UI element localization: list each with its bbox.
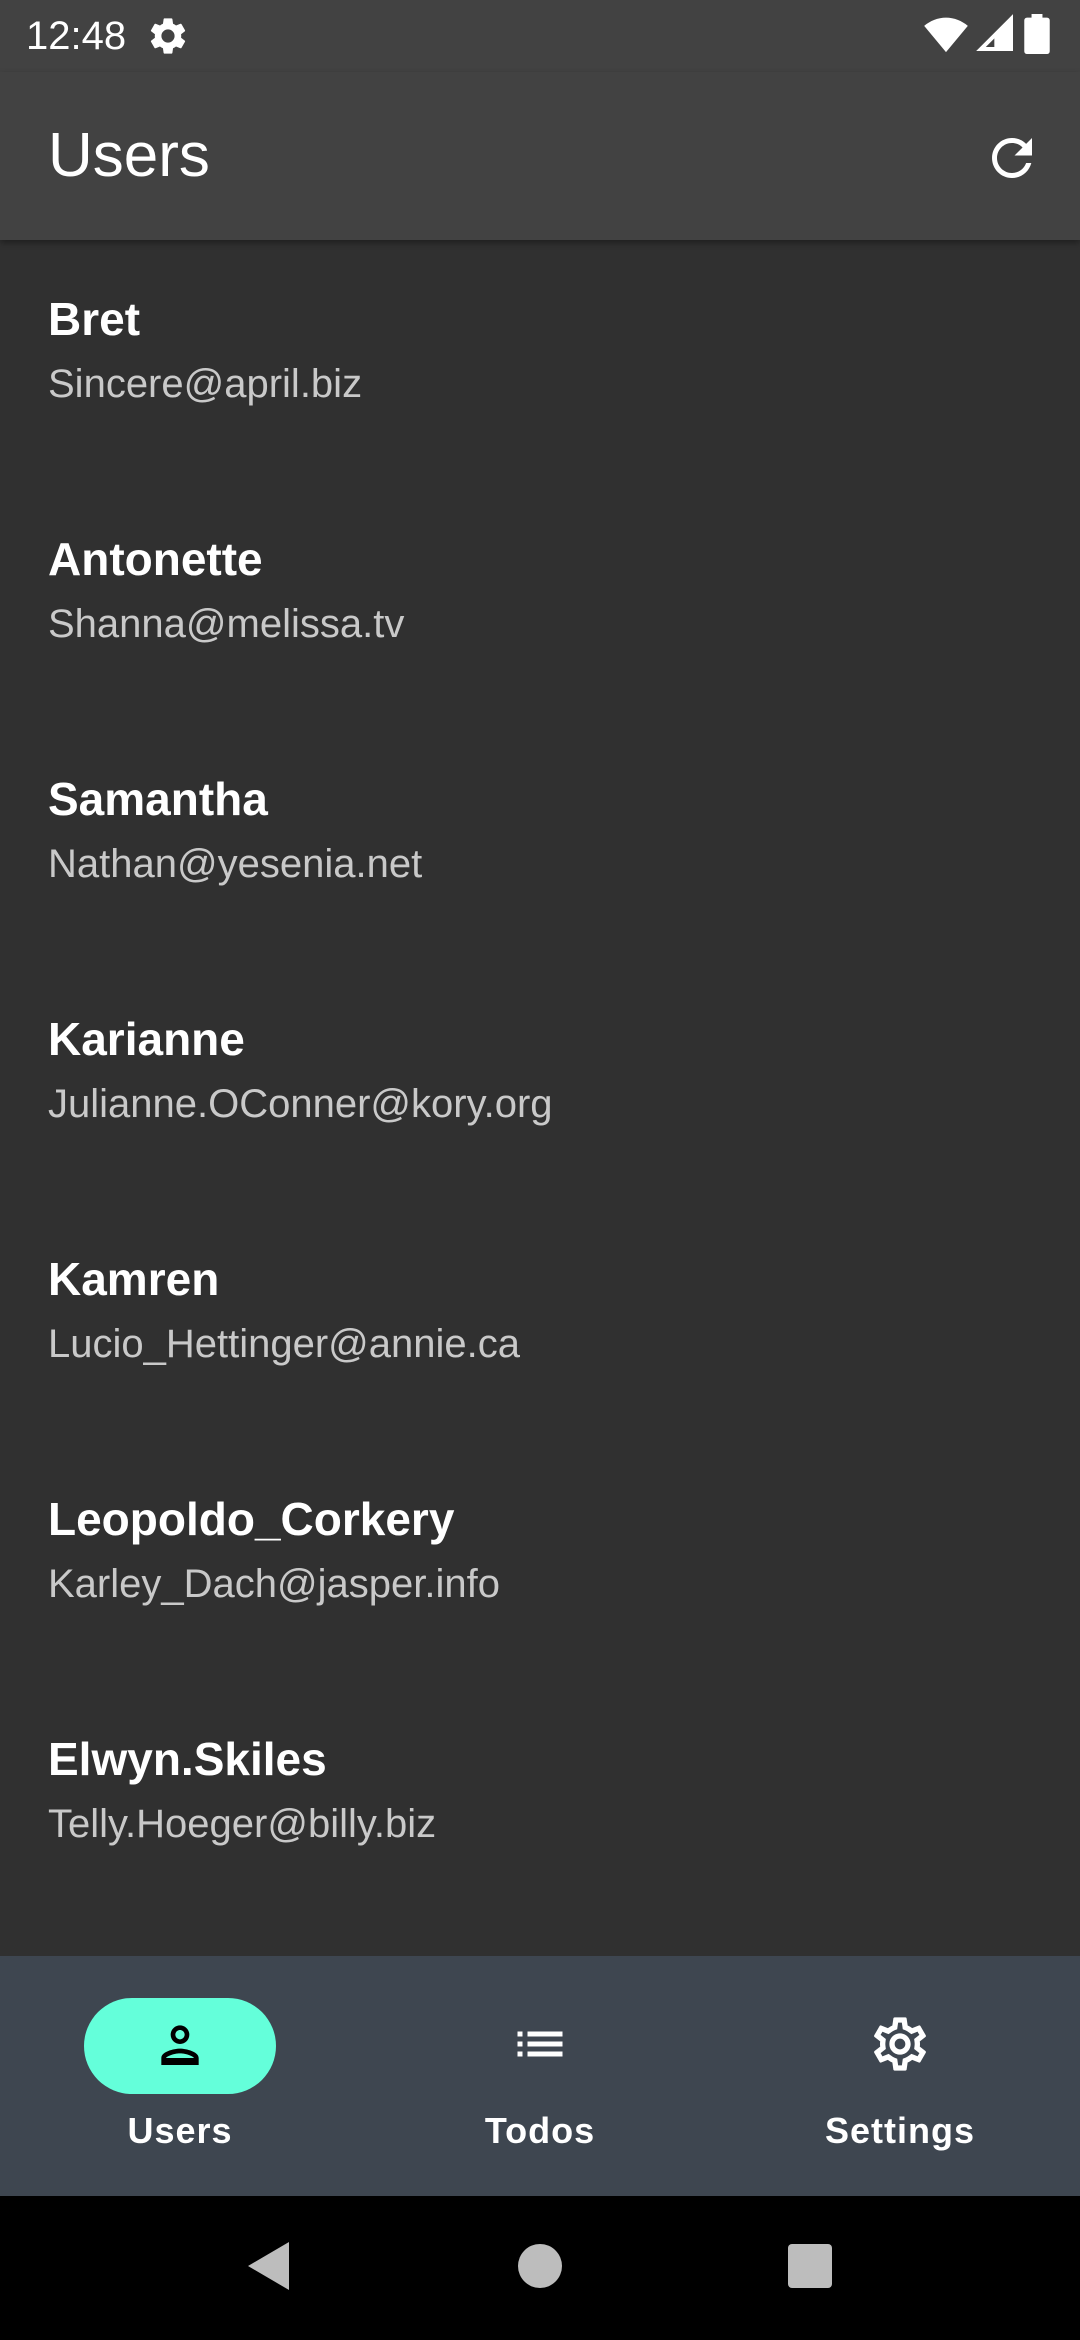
list-icon [510, 2014, 570, 2079]
cellular-signal-icon [976, 13, 1016, 59]
settings-gear-icon [146, 14, 190, 58]
user-list: Bret Sincere@april.biz Antonette Shanna@… [0, 240, 1080, 1956]
nav-active-indicator [84, 1998, 276, 2094]
nav-label-users: Users [127, 2110, 233, 2151]
nav-item-settings[interactable]: Settings [720, 1956, 1080, 2196]
user-list-item[interactable]: Kamren Lucio_Hettinger@annie.ca [0, 1200, 1080, 1440]
user-email: Shanna@melissa.tv [48, 602, 405, 646]
user-name: Kamren [48, 1253, 220, 1305]
recents-button[interactable] [774, 2232, 846, 2304]
user-list-item[interactable]: Antonette Shanna@melissa.tv [0, 480, 1080, 720]
refresh-button[interactable] [968, 116, 1056, 204]
user-list-item[interactable]: Karianne Julianne.OConner@kory.org [0, 960, 1080, 1200]
screen: 12:48 Users Bret Sincere@april.biz Anton… [0, 0, 1080, 2340]
user-email: Karley_Dach@jasper.info [48, 1562, 500, 1606]
user-list-item[interactable]: Bret Sincere@april.biz [0, 240, 1080, 480]
nav-item-users[interactable]: Users [0, 1956, 360, 2196]
recents-square-icon [787, 2243, 833, 2294]
nav-label-settings: Settings [824, 2110, 975, 2151]
app-bar: Users [0, 72, 1080, 240]
refresh-icon [982, 128, 1042, 193]
system-navigation-bar [0, 2196, 1080, 2340]
user-name: Elwyn.Skiles [48, 1733, 327, 1785]
home-circle-icon [517, 2243, 563, 2294]
back-button[interactable] [232, 2232, 304, 2304]
person-icon [152, 2016, 208, 2077]
status-icons [924, 13, 1050, 59]
nav-label-todos: Todos [484, 2110, 596, 2151]
user-name: Karianne [48, 1013, 245, 1065]
user-email: Telly.Hoeger@billy.biz [48, 1802, 437, 1846]
user-email: Nathan@yesenia.net [48, 842, 423, 886]
user-email: Julianne.OConner@kory.org [48, 1082, 553, 1126]
user-name: Antonette [48, 533, 263, 585]
user-name: Samantha [48, 773, 268, 825]
user-email: Sincere@april.biz [48, 362, 363, 406]
user-name: Leopoldo_Corkery [48, 1493, 455, 1545]
wifi-icon [924, 14, 968, 59]
back-triangle-icon [243, 2239, 293, 2298]
gear-icon [868, 2012, 932, 2081]
status-bar: 12:48 [0, 0, 1080, 72]
user-list-item[interactable]: Leopoldo_Corkery Karley_Dach@jasper.info [0, 1440, 1080, 1680]
status-time: 12:48 [26, 14, 127, 58]
user-list-item[interactable]: Samantha Nathan@yesenia.net [0, 720, 1080, 960]
page-title: Users [48, 121, 210, 190]
home-button[interactable] [504, 2232, 576, 2304]
nav-icon-container [804, 1998, 996, 2094]
user-list-item[interactable]: Elwyn.Skiles Telly.Hoeger@billy.biz [0, 1680, 1080, 1920]
bottom-navigation: Users Todos Settings [0, 1956, 1080, 2196]
nav-item-todos[interactable]: Todos [360, 1956, 720, 2196]
battery-icon [1024, 13, 1050, 59]
user-email: Lucio_Hettinger@annie.ca [48, 1322, 521, 1366]
user-name: Bret [48, 293, 141, 345]
nav-icon-container [444, 1998, 636, 2094]
